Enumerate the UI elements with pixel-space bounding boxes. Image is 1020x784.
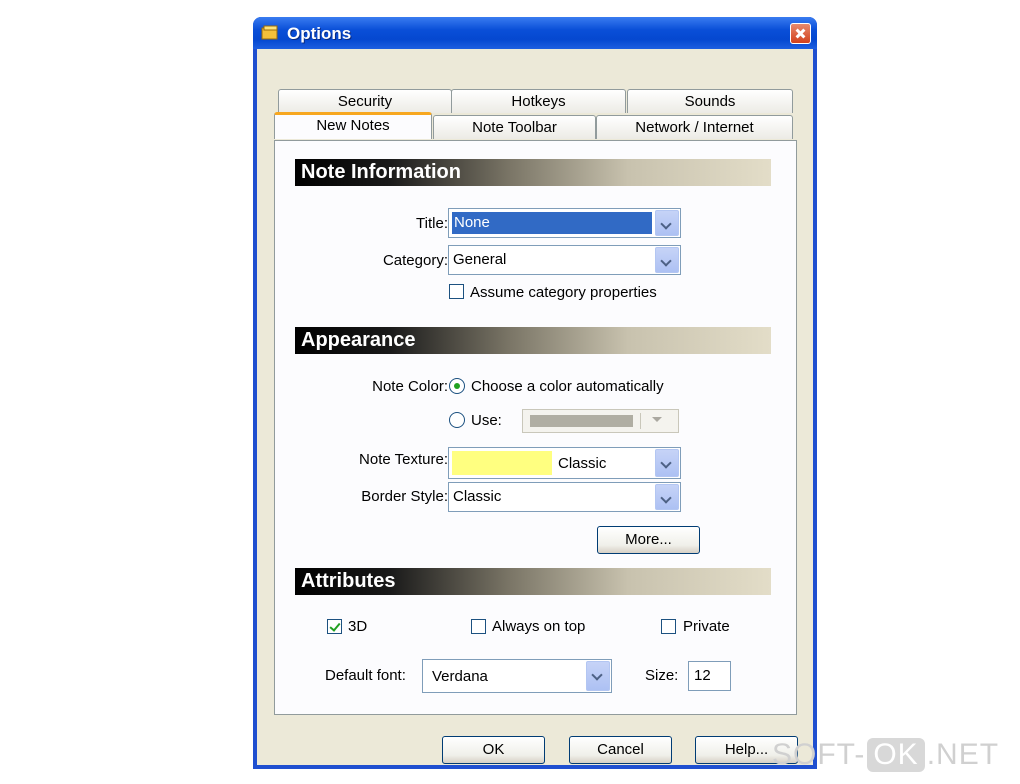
note-texture-select[interactable]: Classic: [448, 447, 681, 479]
section-header-appearance: Appearance: [295, 327, 771, 354]
window-title: Options: [287, 24, 352, 43]
tab-new-notes[interactable]: New Notes: [274, 112, 432, 139]
title-bar[interactable]: Options: [253, 17, 817, 49]
assume-category-label: Assume category properties: [470, 284, 657, 301]
chevron-down-icon[interactable]: [655, 210, 679, 236]
use-color-swatch: [530, 415, 633, 427]
border-style-label: Border Style:: [361, 488, 448, 505]
new-notes-panel: Note Information Title: None Category: G…: [274, 140, 797, 715]
use-color-label: Use:: [471, 412, 502, 429]
auto-color-radio[interactable]: [449, 378, 465, 394]
close-button[interactable]: [790, 23, 811, 44]
note-texture-label: Note Texture:: [359, 451, 448, 468]
three-d-checkbox[interactable]: [327, 619, 342, 634]
watermark-left: SOFT-: [772, 738, 866, 771]
category-label: Category:: [382, 252, 448, 269]
category-select[interactable]: General: [448, 245, 681, 275]
tab-sounds[interactable]: Sounds: [627, 89, 793, 113]
default-font-select[interactable]: Verdana: [422, 659, 612, 693]
always-on-top-checkbox[interactable]: [471, 619, 486, 634]
tab-note-toolbar[interactable]: Note Toolbar: [433, 115, 596, 139]
chevron-down-icon[interactable]: [586, 661, 610, 691]
size-input[interactable]: 12: [688, 661, 731, 691]
chevron-down-icon[interactable]: [655, 449, 679, 477]
use-color-radio[interactable]: [449, 412, 465, 428]
tab-security[interactable]: Security: [278, 89, 452, 113]
tab-network-internet[interactable]: Network / Internet: [596, 115, 793, 139]
more-button[interactable]: More...: [597, 526, 700, 554]
section-header-attributes: Attributes: [295, 568, 771, 595]
always-on-top-label: Always on top: [492, 618, 586, 635]
texture-select-value: Classic: [558, 455, 607, 472]
note-color-label: Note Color:: [372, 378, 448, 395]
title-select-value: None: [452, 212, 652, 234]
title-select[interactable]: None: [448, 208, 681, 238]
default-font-label: Default font:: [325, 667, 406, 684]
auto-color-label: Choose a color automatically: [471, 378, 664, 395]
chevron-down-icon[interactable]: [655, 484, 679, 510]
watermark-right: .NET: [926, 738, 1000, 771]
watermark: SOFT- OK .NET: [772, 738, 999, 772]
use-color-picker[interactable]: [522, 409, 679, 433]
title-label: Title:: [416, 215, 448, 232]
options-window: Options Security Hotkeys Sounds New Note…: [253, 17, 817, 769]
border-style-select[interactable]: Classic: [448, 482, 681, 512]
border-style-value: Classic: [453, 488, 502, 505]
cancel-button[interactable]: Cancel: [569, 736, 672, 764]
dialog-client: Security Hotkeys Sounds New Notes Note T…: [257, 49, 813, 765]
private-checkbox[interactable]: [661, 619, 676, 634]
chevron-down-icon[interactable]: [652, 417, 662, 422]
watermark-box: OK: [867, 738, 925, 772]
picker-divider: [640, 413, 641, 429]
category-select-value: General: [453, 251, 507, 268]
chevron-down-icon[interactable]: [655, 247, 679, 273]
three-d-label: 3D: [348, 618, 368, 635]
folder-notes-icon: [261, 25, 278, 40]
private-label: Private: [683, 618, 730, 635]
assume-category-checkbox[interactable]: [449, 284, 464, 299]
ok-button[interactable]: OK: [442, 736, 545, 764]
tab-hotkeys[interactable]: Hotkeys: [451, 89, 626, 113]
size-label: Size:: [645, 667, 679, 684]
texture-swatch: [452, 451, 552, 475]
default-font-value: Verdana: [432, 668, 488, 685]
section-header-note-information: Note Information: [295, 159, 771, 186]
